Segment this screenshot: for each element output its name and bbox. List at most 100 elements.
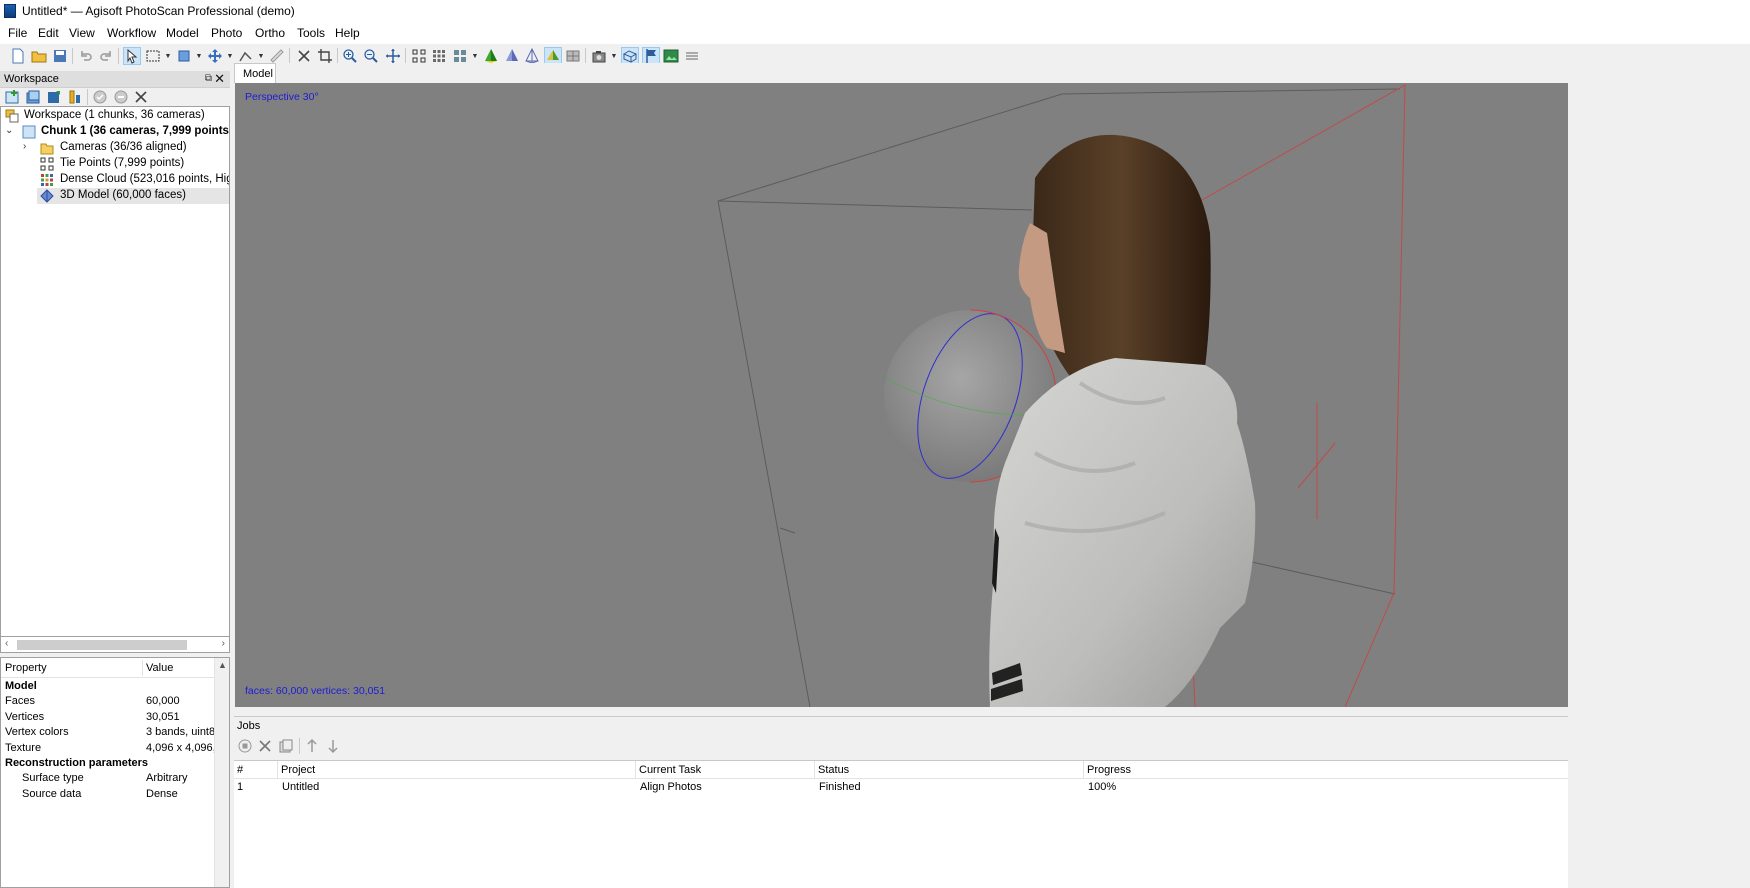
section-model: Model [5,680,37,692]
job-progress[interactable]: 100% [1088,781,1116,793]
property-row: Vertex colors 3 bands, uint8 [5,726,215,739]
tree-item-chunk[interactable]: ⌄ Chunk 1 (36 cameras, 7,999 points) [1,124,229,140]
chevron-right-icon[interactable]: › [23,141,37,155]
move-dropdown-icon[interactable]: ▼ [195,47,203,65]
region-dropdown-icon[interactable]: ▼ [226,47,234,65]
menu-file[interactable]: File [8,26,27,40]
tree-item-3d-model[interactable]: 3D Model (60,000 faces) [37,188,229,204]
property-row: Faces 60,000 [5,695,180,708]
workspace-icon [5,109,19,123]
add-marker-icon[interactable] [45,88,63,106]
menu-ortho[interactable]: Ortho [255,26,285,40]
redo-icon[interactable] [97,47,115,65]
jobs-toolbar [234,734,1568,758]
move-object-icon[interactable] [175,47,193,65]
move-job-down-icon[interactable] [324,737,342,755]
navigation-cursor-icon[interactable] [123,47,141,65]
jobs-col-project[interactable]: Project [278,761,636,779]
chevron-down-icon[interactable]: ⌄ [5,125,19,139]
job-log-icon[interactable] [277,737,295,755]
chunk-icon [22,125,36,139]
scroll-right-icon[interactable]: › [222,638,225,649]
properties-header: Property Value [1,658,215,678]
properties-vertical-scrollbar[interactable]: ▲ [214,658,229,887]
view-tab-bar: Model [234,63,1750,83]
tab-model[interactable]: Model [234,63,276,83]
job-num[interactable]: 1 [237,781,243,793]
move-region-icon[interactable] [206,47,224,65]
tree-label-cameras: Cameras (36/36 aligned) [60,141,187,153]
rectangle-selection-icon[interactable] [144,47,162,65]
add-photos-icon[interactable] [24,88,42,106]
jobs-col-task[interactable]: Current Task [636,761,815,779]
workspace-tree: Workspace (1 chunks, 36 cameras) ⌄ Chunk… [0,106,230,637]
projection-label: Perspective 30° [245,91,319,103]
menu-tools[interactable]: Tools [297,26,325,40]
tree-item-dense-cloud[interactable]: Dense Cloud (523,016 points, High qualit… [1,172,229,188]
tree-label-chunk: Chunk 1 (36 cameras, 7,999 points) [41,125,230,137]
open-icon[interactable] [30,47,48,65]
menu-help[interactable]: Help [335,26,360,40]
undo-icon[interactable] [77,47,95,65]
workspace-panel-title: Workspace [4,73,59,85]
scroll-left-icon[interactable]: ‹ [5,638,8,649]
property-row: Source data Dense [22,787,178,800]
app-icon [4,4,16,18]
job-project[interactable]: Untitled [282,781,319,793]
tree-horizontal-scrollbar[interactable]: ‹ › [0,637,230,653]
menu-edit[interactable]: Edit [38,26,59,40]
float-panel-icon[interactable]: ⧉ [205,73,212,84]
menu-model[interactable]: Model [166,26,199,40]
tree-label-workspace: Workspace (1 chunks, 36 cameras) [24,109,205,121]
menu-workflow[interactable]: Workflow [107,26,156,40]
folder-icon [40,141,54,155]
menu-bar: File Edit View Workflow Model Photo Orth… [0,22,1750,44]
model-viewport[interactable]: Perspective 30° faces: 60,000 vertices: … [235,83,1568,707]
add-chunk-icon[interactable] [3,88,21,106]
add-scalebar-icon[interactable] [66,88,84,106]
scrollbar-thumb[interactable] [17,640,187,650]
column-value[interactable]: Value [146,662,173,674]
new-icon[interactable] [9,47,27,65]
tree-item-tie-points[interactable]: Tie Points (7,999 points) [1,156,229,172]
remove-items-icon[interactable] [132,88,150,106]
tree-item-workspace[interactable]: Workspace (1 chunks, 36 cameras) [1,108,229,124]
save-icon[interactable] [51,47,69,65]
tie-points-icon [40,157,54,171]
enable-cameras-icon[interactable] [91,88,109,106]
workspace-toolbar [0,88,230,106]
workspace-panel-header: Workspace ⧉ ✕ [0,71,230,88]
menu-photo[interactable]: Photo [211,26,242,40]
properties-panel: Property Value Model Faces 60,000 Vertice… [0,657,230,888]
model-stats-label: faces: 60,000 vertices: 30,051 [245,685,386,697]
scene-render [717,84,1406,707]
dense-cloud-icon [40,173,54,187]
section-reconstruction: Reconstruction parameters [5,757,149,769]
title-bar: Untitled* — Agisoft PhotoScan Profession… [0,0,1750,22]
remove-job-icon[interactable] [256,737,274,755]
tree-label-3d-model: 3D Model (60,000 faces) [60,189,186,201]
menu-view[interactable]: View [69,26,95,40]
scroll-up-icon[interactable]: ▲ [218,660,227,670]
jobs-table: # Project Current Task Status Progress 1… [234,760,1568,888]
jobs-col-num[interactable]: # [234,761,278,779]
window-title: Untitled* — Agisoft PhotoScan Profession… [22,4,295,18]
property-row: Vertices 30,051 [5,710,180,723]
jobs-panel-header: Jobs [234,716,1568,734]
tree-label-dense-cloud: Dense Cloud (523,016 points, High qualit… [60,173,229,185]
tree-item-cameras[interactable]: › Cameras (36/36 aligned) [1,140,229,156]
column-property[interactable]: Property [5,662,47,674]
close-panel-icon[interactable]: ✕ [214,71,225,87]
move-job-up-icon[interactable] [303,737,321,755]
property-row: Surface type Arbitrary [22,772,188,785]
property-row: Texture4,096 x 4,096, 4 [5,741,215,754]
jobs-col-status[interactable]: Status [815,761,1084,779]
job-status[interactable]: Finished [819,781,861,793]
job-task[interactable]: Align Photos [640,781,702,793]
disable-cameras-icon[interactable] [112,88,130,106]
selection-dropdown-icon[interactable]: ▼ [164,47,172,65]
tree-label-tie-points: Tie Points (7,999 points) [60,157,185,169]
jobs-title: Jobs [237,720,261,732]
stop-job-icon[interactable] [236,737,254,755]
jobs-col-progress[interactable]: Progress [1084,761,1568,779]
